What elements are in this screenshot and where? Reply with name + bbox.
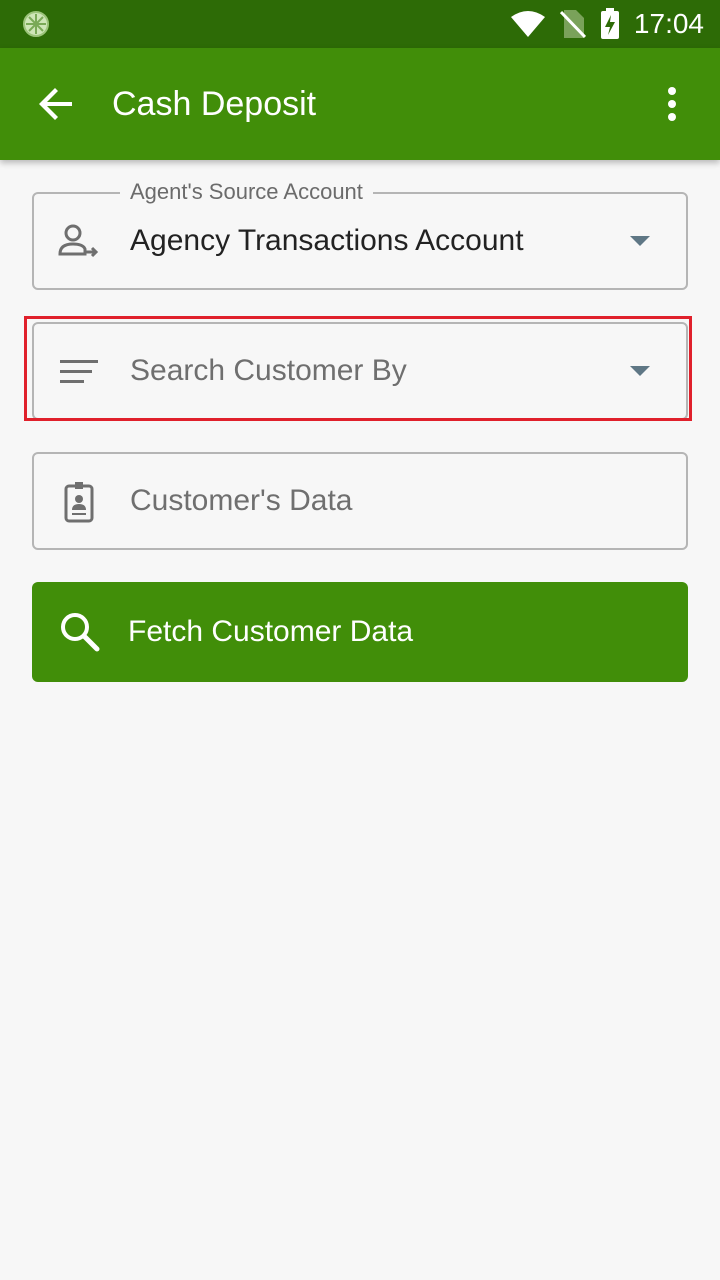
id-badge-icon: [58, 481, 100, 523]
customer-data-field[interactable]: Customer's Data: [32, 452, 688, 550]
person-transfer-icon: [58, 221, 100, 263]
overflow-menu-button[interactable]: [648, 78, 696, 130]
no-sim-icon: [559, 10, 586, 39]
customer-data-placeholder: Customer's Data: [130, 484, 353, 517]
fetch-customer-data-label: Fetch Customer Data: [128, 615, 414, 648]
wifi-icon: [510, 11, 545, 37]
more-vert-icon: [668, 87, 676, 121]
battery-charging-icon: [600, 8, 619, 39]
app-bar: Cash Deposit: [0, 48, 720, 160]
source-account-dropdown[interactable]: Agent's Source Account Agency Transactio…: [32, 179, 688, 290]
status-time: 17:04: [633, 8, 704, 39]
search-icon: [61, 613, 100, 652]
source-account-value: Agency Transactions Account: [130, 224, 524, 257]
chevron-down-icon: [630, 236, 650, 246]
back-button[interactable]: [30, 78, 82, 130]
highlight-box: [24, 316, 692, 421]
fetch-customer-data-button[interactable]: Fetch Customer Data: [32, 582, 688, 682]
app-notification-icon: [23, 11, 49, 37]
status-bar: 17:04: [0, 0, 720, 48]
page-title: Cash Deposit: [112, 85, 317, 123]
arrow-back-icon: [39, 88, 72, 120]
